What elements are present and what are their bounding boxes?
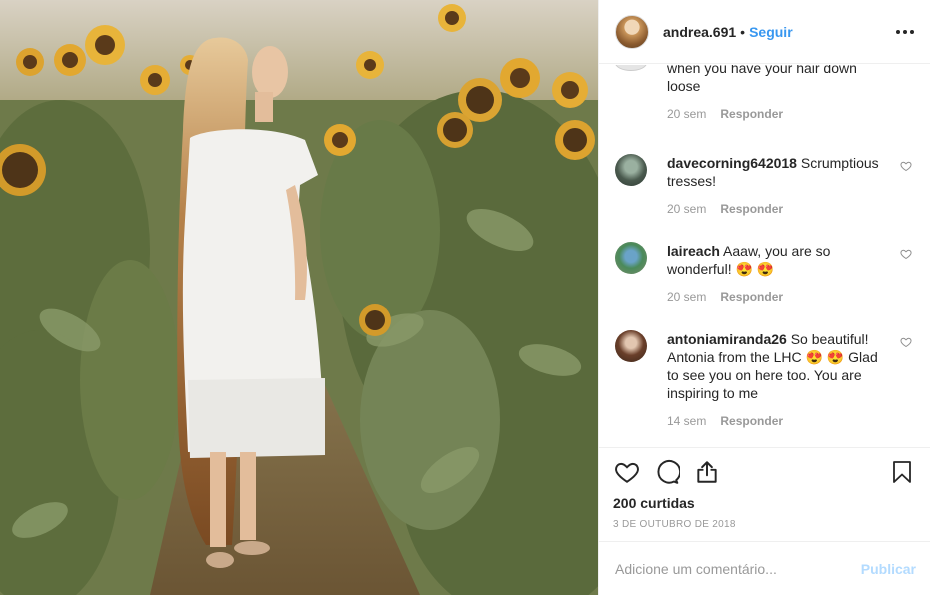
author-username[interactable]: andrea.691 xyxy=(663,24,736,40)
publish-button[interactable]: Publicar xyxy=(861,561,916,577)
comment-meta: 14 sem Responder xyxy=(667,414,892,428)
comment-username[interactable]: antoniamiranda26 xyxy=(667,331,787,347)
post-photo[interactable] xyxy=(0,0,598,595)
reply-button[interactable]: Responder xyxy=(720,290,783,304)
photo-illustration xyxy=(0,0,598,595)
like-count[interactable]: 200 curtidas xyxy=(613,495,916,511)
like-comment-heart-icon[interactable] xyxy=(900,336,912,348)
comment-text: antoniamiranda26 So beautiful! Antonia f… xyxy=(667,330,892,402)
heart-icon[interactable] xyxy=(613,458,641,486)
comment-time[interactable]: 20 sem xyxy=(667,290,706,304)
author-avatar[interactable] xyxy=(615,14,649,49)
reply-button[interactable]: Responder xyxy=(720,202,783,216)
comments-list[interactable]: when you have your hair down loose 20 se… xyxy=(599,65,930,447)
comment-text: davecorning642018 Scrumptious tresses! xyxy=(667,154,892,190)
comment-body: when you have your hair down loose xyxy=(667,65,857,94)
comment-text: laireach Aaaw, you are so wonderful! 😍 😍 xyxy=(667,242,892,278)
comment-time[interactable]: 20 sem xyxy=(667,202,706,216)
comment-text: when you have your hair down loose xyxy=(667,65,892,95)
reply-button[interactable]: Responder xyxy=(720,107,783,121)
like-comment-heart-icon[interactable] xyxy=(900,248,912,260)
action-icons xyxy=(613,458,916,486)
add-comment-bar: Publicar xyxy=(599,541,930,595)
reply-button[interactable]: Responder xyxy=(720,414,783,428)
header-separator: • xyxy=(740,23,746,40)
commenter-avatar[interactable] xyxy=(615,154,647,186)
comment-meta: 20 sem Responder xyxy=(667,107,892,121)
share-icon[interactable] xyxy=(693,458,721,486)
comment-meta: 20 sem Responder xyxy=(667,290,892,304)
comment-time[interactable]: 20 sem xyxy=(667,107,706,121)
post-date: 3 DE OUTUBRO DE 2018 xyxy=(613,519,736,530)
more-options-icon[interactable] xyxy=(896,29,914,34)
comment-item: when you have your hair down loose 20 se… xyxy=(615,65,914,121)
comment-icon[interactable] xyxy=(653,458,681,486)
commenter-avatar[interactable] xyxy=(615,330,647,362)
comment-time[interactable]: 14 sem xyxy=(667,414,706,428)
bookmark-icon[interactable] xyxy=(888,458,916,486)
post-header: andrea.691 • Seguir xyxy=(599,0,930,64)
comment-item: antoniamiranda26 So beautiful! Antonia f… xyxy=(615,330,914,428)
comment-input[interactable] xyxy=(615,560,861,577)
post-actions: 200 curtidas 3 DE OUTUBRO DE 2018 xyxy=(599,447,930,530)
comment-item: davecorning642018 Scrumptious tresses! 2… xyxy=(615,154,914,216)
like-comment-heart-icon[interactable] xyxy=(900,160,912,172)
comment-username[interactable]: laireach xyxy=(667,243,720,259)
commenter-avatar[interactable] xyxy=(615,65,647,71)
post-viewer: andrea.691 • Seguir when you have your h… xyxy=(0,0,930,595)
comment-meta: 20 sem Responder xyxy=(667,202,892,216)
follow-button[interactable]: Seguir xyxy=(749,24,793,40)
comment-username[interactable]: davecorning642018 xyxy=(667,155,797,171)
post-details-panel: andrea.691 • Seguir when you have your h… xyxy=(598,0,930,595)
comment-item: laireach Aaaw, you are so wonderful! 😍 😍… xyxy=(615,242,914,304)
commenter-avatar[interactable] xyxy=(615,242,647,274)
